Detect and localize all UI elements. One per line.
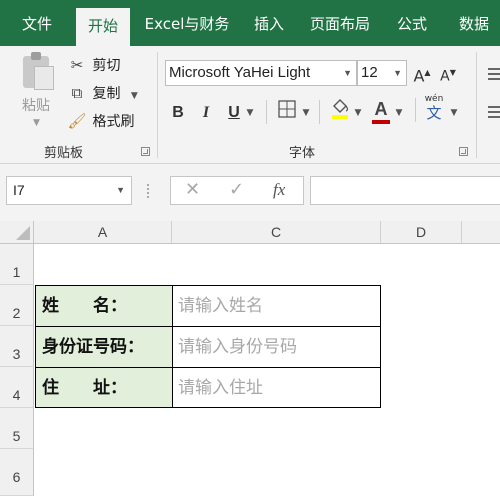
format-painter-label: 格式刷 <box>92 114 135 130</box>
group-divider <box>157 52 158 158</box>
id-input-cell[interactable]: 请输入身份号码 <box>172 326 381 367</box>
paste-label: 粘贴 <box>22 98 50 114</box>
enter-check-icon[interactable]: ✓ <box>229 179 244 200</box>
underline-button[interactable]: U <box>224 100 244 126</box>
scissors-icon: ✂ <box>70 56 84 74</box>
row-header-2[interactable]: 2 <box>0 285 34 326</box>
formula-bar-resize-handle[interactable] <box>147 184 151 198</box>
tab-data[interactable]: 数据 <box>448 0 500 46</box>
ribbon-tab-bar: 文件 开始 Excel与财务 插入 页面布局 公式 数据 <box>0 0 500 46</box>
tab-home[interactable]: 开始 <box>76 8 130 46</box>
decrease-font-size-button[interactable]: A▼ <box>438 60 458 86</box>
tab-page-layout[interactable]: 页面布局 <box>304 0 376 46</box>
italic-button[interactable]: I <box>196 100 216 126</box>
clipboard-dialog-launcher-icon[interactable] <box>141 147 150 156</box>
column-header-c[interactable]: C <box>172 221 381 244</box>
ribbon-home: 粘贴 ▼ ✂ 剪切 ⧉ 复制 ▼ 🖌 格式刷 剪贴板 Microsoft YaH… <box>0 46 500 164</box>
borders-button[interactable] <box>275 100 299 126</box>
column-header-a[interactable]: A <box>34 221 172 244</box>
chevron-down-icon: ▼ <box>116 185 125 195</box>
name-label-cell[interactable]: 姓 名： <box>35 285 172 326</box>
cut-label: 剪切 <box>92 58 121 74</box>
insert-function-icon[interactable]: fx <box>273 180 285 200</box>
name-input-cell[interactable]: 请输入姓名 <box>172 285 381 326</box>
tab-file[interactable]: 文件 <box>10 0 64 46</box>
row-header-3[interactable]: 3 <box>0 326 34 367</box>
row-header-4[interactable]: 4 <box>0 367 34 408</box>
font-name-dropdown[interactable]: Microsoft YaHei Light ▼ <box>165 60 357 86</box>
phonetic-guide-button[interactable]: wén 文 <box>422 94 446 124</box>
paintbrush-icon: 🖌 <box>67 112 87 130</box>
table-bottom-border <box>35 407 381 408</box>
chevron-down-icon: ▼ <box>343 68 352 78</box>
formula-input[interactable] <box>310 176 500 205</box>
tab-insert[interactable]: 插入 <box>246 0 292 46</box>
paste-dropdown-icon[interactable]: ▼ <box>33 118 40 128</box>
row-header-5[interactable]: 5 <box>0 408 34 449</box>
phonetic-dropdown-icon[interactable]: ▼ <box>448 100 460 126</box>
formula-bar: I7 ▼ ✕ ✓ fx <box>0 164 500 221</box>
font-group-label: 字体 <box>289 146 316 161</box>
alignment-icon[interactable] <box>488 106 500 118</box>
paste-button[interactable]: 粘贴 ▼ <box>10 52 62 136</box>
increase-font-size-button[interactable]: A▲ <box>412 60 432 86</box>
group-divider <box>476 52 477 158</box>
copy-button[interactable]: ⧉ 复制 ▼ <box>66 80 138 106</box>
underline-dropdown-icon[interactable]: ▼ <box>244 100 256 126</box>
borders-icon <box>278 100 296 118</box>
font-color-swatch <box>372 120 390 124</box>
fill-color-dropdown-icon[interactable]: ▼ <box>352 100 364 126</box>
name-box-value: I7 <box>13 182 25 198</box>
column-header-d[interactable]: D <box>381 221 462 244</box>
formula-buttons: ✕ ✓ fx <box>170 176 304 205</box>
row-header-6[interactable]: 6 <box>0 449 34 496</box>
paint-bucket-icon <box>332 99 349 119</box>
font-name-value: Microsoft YaHei Light <box>169 64 311 81</box>
address-label-cell[interactable]: 住 址： <box>35 367 172 408</box>
name-box[interactable]: I7 ▼ <box>6 176 132 205</box>
clipboard-group-label: 剪贴板 <box>44 146 84 161</box>
row-header-1[interactable]: 1 <box>0 244 34 285</box>
font-color-button[interactable]: A <box>370 96 392 124</box>
tab-excel-finance[interactable]: Excel与财务 <box>140 0 234 46</box>
tab-formulas[interactable]: 公式 <box>388 0 436 46</box>
copy-label: 复制 <box>92 86 121 102</box>
format-painter-button[interactable]: 🖌 格式刷 <box>66 108 134 134</box>
alignment-icon[interactable] <box>488 68 500 80</box>
fill-color-button[interactable] <box>328 98 352 124</box>
borders-dropdown-icon[interactable]: ▼ <box>300 100 312 126</box>
address-input-cell[interactable]: 请输入住址 <box>172 367 381 408</box>
select-all-button[interactable] <box>0 221 34 244</box>
id-label-cell[interactable]: 身份证号码： <box>35 326 172 367</box>
cut-button[interactable]: ✂ 剪切 <box>66 52 121 78</box>
group-divider <box>415 98 416 122</box>
copy-icon: ⧉ <box>71 84 83 102</box>
font-size-dropdown[interactable]: 12 ▼ <box>357 60 407 86</box>
chevron-down-icon: ▼ <box>393 68 402 78</box>
font-dialog-launcher-icon[interactable] <box>459 147 468 156</box>
font-size-value: 12 <box>361 64 378 81</box>
group-divider <box>266 100 267 124</box>
cancel-icon[interactable]: ✕ <box>185 179 200 200</box>
font-color-dropdown-icon[interactable]: ▼ <box>393 100 405 126</box>
column-header-e[interactable] <box>462 221 500 244</box>
copy-dropdown-icon[interactable]: ▼ <box>131 91 138 101</box>
bold-button[interactable]: B <box>168 100 188 126</box>
group-divider <box>319 100 320 124</box>
